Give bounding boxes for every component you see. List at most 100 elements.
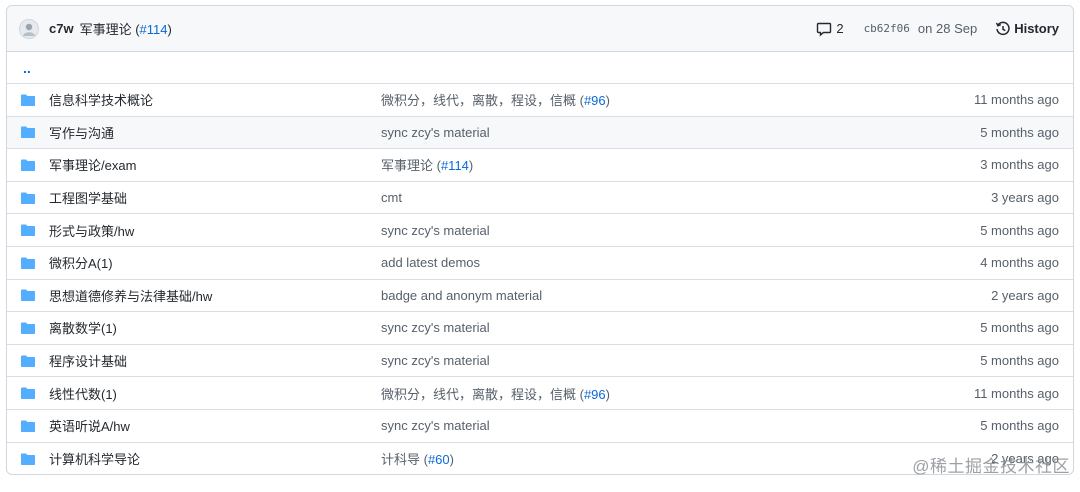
author-avatar[interactable] [19, 18, 39, 39]
commit-message-link[interactable]: sync zcy's material [381, 125, 899, 140]
history-label: History [1014, 21, 1059, 36]
commit-message-text[interactable]: cmt [381, 190, 402, 205]
directory-name-link[interactable]: 信息科学技术概论 [49, 90, 381, 109]
commit-message-link[interactable]: badge and anonym material [381, 288, 899, 303]
latest-commit-bar: c7w 军事理论 (#114) 2 cb62f06 on 28 Sep Hist… [7, 6, 1073, 52]
folder-icon [21, 387, 35, 400]
commit-message-text[interactable]: 军事理论 ( [381, 158, 441, 173]
commit-message-text[interactable]: sync zcy's material [381, 125, 490, 140]
directory-name-link[interactable]: 微积分A(1) [49, 253, 381, 272]
commit-age: 5 months ago [980, 320, 1059, 336]
folder-icon [21, 257, 35, 269]
directory-name-link[interactable]: 写作与沟通 [49, 123, 381, 142]
parent-directory-link[interactable]: .. [7, 52, 1073, 84]
pr-suffix: ) [167, 22, 172, 37]
table-row[interactable]: 写作与沟通 sync zcy's material 5 months ago [7, 116, 1073, 150]
commit-sha[interactable]: cb62f06 [864, 22, 910, 35]
commit-message-link[interactable]: sync zcy's material [381, 223, 899, 238]
table-row[interactable]: 程序设计基础 sync zcy's material 5 months ago [7, 345, 1073, 378]
folder-icon [21, 289, 35, 302]
pr-suffix: ) [449, 452, 454, 468]
pr-suffix: ) [468, 158, 474, 174]
directory-name-link[interactable]: 计算机科学导论 [49, 449, 381, 468]
commit-age: 5 months ago [980, 353, 1059, 369]
commit-age: 5 months ago [980, 124, 1059, 140]
commit-message-text[interactable]: sync zcy's material [381, 353, 490, 368]
folder-icon [21, 126, 35, 139]
parent-directory-label[interactable]: .. [23, 60, 31, 76]
table-row[interactable]: 微积分A(1) add latest demos 4 months ago [7, 247, 1073, 280]
folder-icon [21, 420, 35, 432]
pr-link[interactable]: #114 [441, 158, 469, 173]
commit-message-text[interactable]: 微积分，线代，离散，程设，信概 ( [381, 93, 584, 108]
directory-name-link[interactable]: 工程图学基础 [49, 188, 381, 207]
comment-count: 2 [836, 21, 844, 36]
commit-message-link[interactable]: sync zcy's material [381, 320, 899, 335]
avatar-icon [23, 23, 35, 36]
commit-message-text[interactable]: sync zcy's material [381, 418, 490, 433]
commit-message-text[interactable]: add latest demos [381, 255, 480, 270]
directory-name-link[interactable]: 英语听说A/hw [49, 416, 381, 435]
folder-icon [21, 322, 35, 334]
commit-age: 2 years ago [991, 287, 1059, 303]
commit-message-text[interactable]: badge and anonym material [381, 288, 542, 303]
pr-link[interactable]: #96 [584, 387, 606, 402]
table-row[interactable]: 信息科学技术概论 微积分，线代，离散，程设，信概 (#96) 11 months a… [7, 84, 1073, 117]
commit-message-text[interactable]: sync zcy's material [381, 320, 490, 335]
folder-icon [21, 159, 35, 171]
table-row[interactable]: 形式与政策/hw sync zcy's material 5 months ago [7, 214, 1073, 247]
pr-prefix: ( [131, 22, 140, 37]
history-icon [996, 21, 1010, 35]
comment-icon [817, 22, 832, 36]
table-row[interactable]: 工程图学基础 cmt 3 years ago [7, 182, 1073, 215]
commit-age: 3 years ago [991, 190, 1059, 206]
pr-link[interactable]: #60 [428, 452, 450, 467]
pr-suffix: ) [605, 93, 610, 109]
commit-age: 11 months ago [973, 385, 1059, 401]
commit-message-link[interactable]: sync zcy's material [381, 353, 899, 368]
commit-message-link[interactable]: cmt [381, 190, 899, 205]
commit-message-link[interactable]: 计科导 (#60) [381, 449, 899, 468]
commit-message-text[interactable]: 军事理论 [80, 22, 132, 37]
commit-age: 2 years ago [991, 451, 1059, 467]
commit-age: 5 months ago [980, 418, 1059, 434]
directory-name-link[interactable]: 思想道德修养与法律基础/hw [49, 286, 381, 305]
commit-message-link[interactable]: add latest demos [381, 255, 899, 270]
commit-date: on 28 Sep [917, 21, 978, 36]
folder-icon [21, 453, 35, 465]
commit-message[interactable]: 军事理论 (#114) [80, 19, 172, 38]
folder-icon [21, 192, 35, 204]
file-browser: c7w 军事理论 (#114) 2 cb62f06 on 28 Sep Hist… [6, 5, 1074, 475]
directory-name-link[interactable]: 军事理论/exam [49, 155, 381, 174]
directory-name-link[interactable]: 离散数学(1) [49, 318, 381, 337]
folder-icon [21, 224, 35, 237]
folder-icon [21, 94, 35, 106]
commit-message-link[interactable]: 微积分，线代，离散，程设，信概 (#96) [381, 384, 899, 403]
table-row[interactable]: 线性代数(1) 微积分，线代，离散，程设，信概 (#96) 11 months ag… [7, 377, 1073, 410]
commit-age: 3 months ago [980, 157, 1059, 173]
file-list: 信息科学技术概论 微积分，线代，离散，程设，信概 (#96) 11 months a… [7, 84, 1073, 474]
commit-age: 11 months ago [973, 92, 1059, 108]
pr-link[interactable]: #114 [140, 22, 168, 37]
comments-link[interactable]: 2 [816, 21, 844, 37]
commit-message-link[interactable]: 军事理论 (#114) [381, 155, 899, 174]
table-row[interactable]: 军事理论/exam 军事理论 (#114) 3 months ago [7, 149, 1073, 182]
commit-message-link[interactable]: 微积分，线代，离散，程设，信概 (#96) [381, 90, 899, 109]
commit-age: 5 months ago [980, 222, 1059, 238]
folder-icon [21, 355, 35, 367]
table-row[interactable]: 英语听说A/hw sync zcy's material 5 months ago [7, 410, 1073, 443]
commit-message-link[interactable]: sync zcy's material [381, 418, 899, 433]
commit-author[interactable]: c7w [49, 21, 74, 36]
pr-link[interactable]: #96 [584, 93, 606, 108]
commit-message-text[interactable]: 计科导 ( [381, 452, 428, 467]
history-button[interactable]: History [995, 21, 1059, 37]
directory-name-link[interactable]: 线性代数(1) [49, 384, 381, 403]
table-row[interactable]: 离散数学(1) sync zcy's material 5 months ago [7, 312, 1073, 345]
directory-name-link[interactable]: 形式与政策/hw [49, 221, 381, 240]
table-row[interactable]: 思想道德修养与法律基础/hw badge and anonym material 2… [7, 280, 1073, 313]
directory-name-link[interactable]: 程序设计基础 [49, 351, 381, 370]
pr-suffix: ) [605, 386, 610, 402]
table-row[interactable]: 计算机科学导论 计科导 (#60) 2 years ago [7, 443, 1073, 474]
commit-message-text[interactable]: 微积分，线代，离散，程设，信概 ( [381, 387, 584, 402]
commit-message-text[interactable]: sync zcy's material [381, 223, 490, 238]
